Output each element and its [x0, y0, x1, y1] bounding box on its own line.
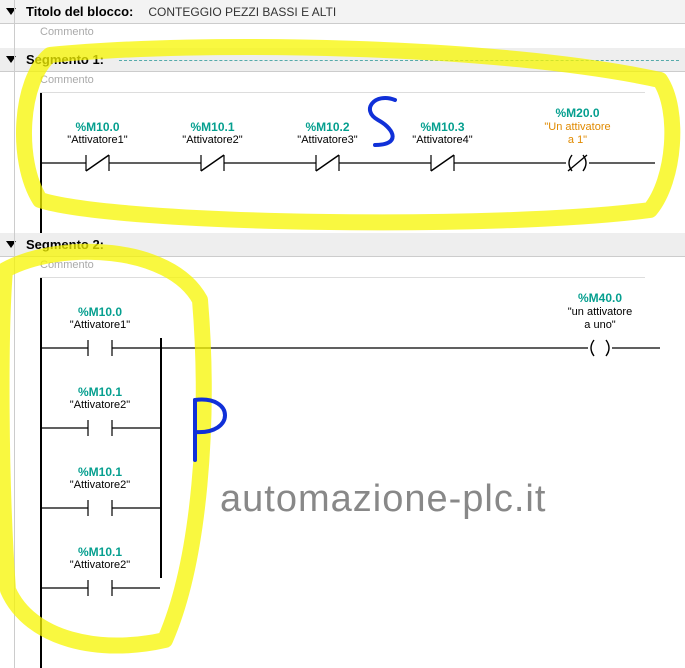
segment-header-2: Segmento 2: [0, 233, 685, 257]
no-contact-icon [40, 338, 160, 358]
contact-no[interactable]: %M10.1 "Attivatore2" [40, 466, 160, 518]
coil-output[interactable]: %M40.0 "un attivatorea uno" [540, 292, 660, 358]
rung-area-1: %M10.0 "Attivatore1" %M10.1 "Attivatore2… [40, 93, 665, 233]
coil-icon [540, 338, 660, 358]
page-left-rule [14, 0, 15, 668]
watermark-text: automazione-plc.it [220, 478, 546, 521]
no-contact-icon [40, 498, 160, 518]
segment-title-2: Segmento 2: [26, 237, 104, 252]
nc-contact-icon [270, 153, 385, 173]
contact-no[interactable]: %M10.1 "Attivatore2" [40, 546, 160, 598]
rung-area-2: %M10.0 "Attivatore1" %M40.0 "un attivato… [40, 278, 665, 668]
block-title-row: Titolo del blocco: CONTEGGIO PEZZI BASSI… [0, 0, 685, 24]
no-contact-icon [40, 578, 160, 598]
nc-contact-icon [385, 153, 500, 173]
contact-no[interactable]: %M10.1 "Attivatore2" [40, 386, 160, 438]
coil-output[interactable]: %M20.0 "Un attivatorea 1" [500, 107, 655, 173]
nc-coil-icon [500, 153, 655, 173]
contact-no[interactable]: %M10.0 "Attivatore1" [40, 306, 160, 358]
nc-contact-icon [155, 153, 270, 173]
contact-nc[interactable]: %M10.2 "Attivatore3" [270, 121, 385, 173]
nc-contact-icon [40, 153, 155, 173]
segment-header-1: Segmento 1: [0, 48, 685, 72]
block-title-value: CONTEGGIO PEZZI BASSI E ALTI [148, 5, 336, 19]
block-title-label: Titolo del blocco: [26, 4, 133, 19]
block-comment-label: Commento [40, 24, 685, 44]
contact-nc[interactable]: %M10.3 "Attivatore4" [385, 121, 500, 173]
contact-nc[interactable]: %M10.0 "Attivatore1" [40, 121, 155, 173]
wire-horizontal [160, 338, 540, 358]
segment-title-1: Segmento 1: [26, 52, 104, 67]
contact-nc[interactable]: %M10.1 "Attivatore2" [155, 121, 270, 173]
no-contact-icon [40, 418, 160, 438]
segment-comment-2: Commento [40, 257, 645, 278]
segment-comment-1: Commento [40, 72, 645, 93]
